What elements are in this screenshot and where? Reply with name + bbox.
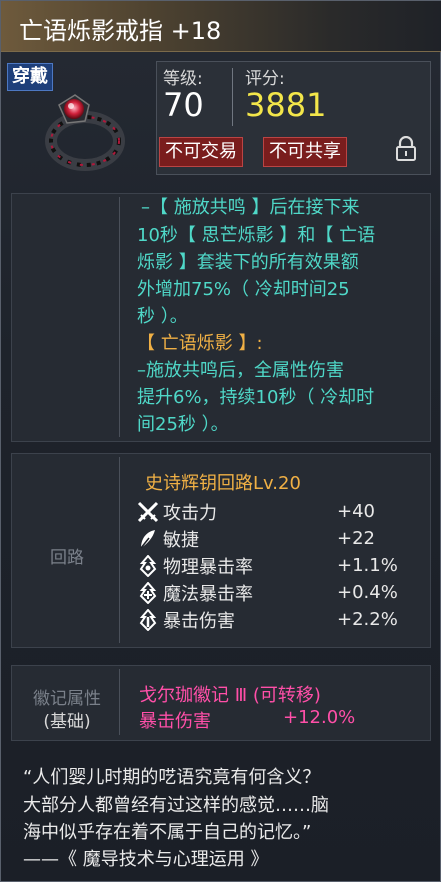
item-tooltip: 亡语烁影戒指 +18 穿戴 等级: 70 评分: 3881 不可交易 不可共享 bbox=[0, 0, 441, 882]
emblem-label: 徽记属性 bbox=[33, 689, 101, 709]
crit-damage-icon bbox=[139, 609, 157, 631]
item-title: 亡语烁影戒指 +18 bbox=[19, 17, 222, 45]
score-value: 3881 bbox=[245, 86, 327, 124]
flavor-text-line: “人们婴儿时期的呓语究竟有何含义？ bbox=[23, 767, 321, 788]
effect-line: 外增加75%（ 冷却时间25 bbox=[137, 279, 350, 300]
stat-value: +2.2% bbox=[337, 609, 398, 630]
level-value: 70 bbox=[163, 86, 204, 124]
flavor-text-line: 海中似乎存在着不属于自己的记忆。” bbox=[23, 822, 312, 843]
section-divider bbox=[119, 197, 120, 437]
stat-name: 物理暴击率 bbox=[163, 557, 253, 578]
circuit-label: 回路 bbox=[50, 548, 84, 568]
sword-icon bbox=[137, 501, 159, 523]
ring-icon bbox=[45, 94, 125, 171]
feather-icon bbox=[140, 530, 155, 549]
stat-value: +0.4% bbox=[337, 582, 398, 603]
stats-box: 等级: 70 评分: 3881 不可交易 不可共享 bbox=[156, 61, 431, 175]
stat-name: 攻击力 bbox=[163, 503, 217, 524]
circuit-name: 史诗辉钥回路Lv.20 bbox=[145, 473, 301, 494]
effect-line: 间25秒 ）。 bbox=[137, 414, 229, 435]
stat-value: +22 bbox=[337, 528, 375, 549]
stat-name: 暴击伤害 bbox=[163, 611, 235, 632]
effect-line: 【 亡语烁影 】: bbox=[137, 333, 263, 354]
flavor-text-source: ——《 魔导技术与心理运用 》 bbox=[23, 849, 269, 870]
section-divider bbox=[119, 457, 120, 643]
emblem-stat-value: +12.0% bbox=[283, 707, 356, 728]
effect-line: –【 施放共鸣 】后在接下来 bbox=[141, 197, 360, 218]
crit-icon bbox=[139, 555, 157, 577]
effect-line: 秒 ）。 bbox=[137, 306, 188, 327]
tag-unshareable: 不可共享 bbox=[263, 137, 347, 167]
section-divider bbox=[119, 669, 120, 735]
emblem-name: 戈尔珈徽记 Ⅲ (可转移) bbox=[139, 685, 321, 706]
stat-name: 敏捷 bbox=[163, 530, 199, 551]
title-bar: 亡语烁影戒指 +18 bbox=[1, 1, 441, 52]
tag-untradeable: 不可交易 bbox=[159, 137, 243, 167]
magic-crit-icon bbox=[139, 582, 157, 604]
effect-line: 10秒【 思芒烁影 】和【 亡语 bbox=[137, 225, 376, 246]
stat-value: +1.1% bbox=[337, 555, 398, 576]
effect-line: 提升6%，持续10秒（ 冷却时 bbox=[137, 387, 375, 408]
emblem-sublabel: (基础) bbox=[43, 712, 91, 732]
emblem-stat-name: 暴击伤害 bbox=[139, 711, 211, 732]
stat-divider bbox=[232, 68, 233, 126]
stat-value: +40 bbox=[337, 501, 375, 522]
effect-line: –施放共鸣后，全属性伤害 bbox=[137, 360, 344, 381]
lock-icon[interactable] bbox=[395, 136, 417, 162]
effect-line: 烁影 】套装下的所有效果额 bbox=[137, 252, 359, 273]
stat-name: 魔法暴击率 bbox=[163, 584, 253, 605]
flavor-text-line: 大部分人都曾经有过这样的感觉……脑 bbox=[23, 795, 329, 816]
